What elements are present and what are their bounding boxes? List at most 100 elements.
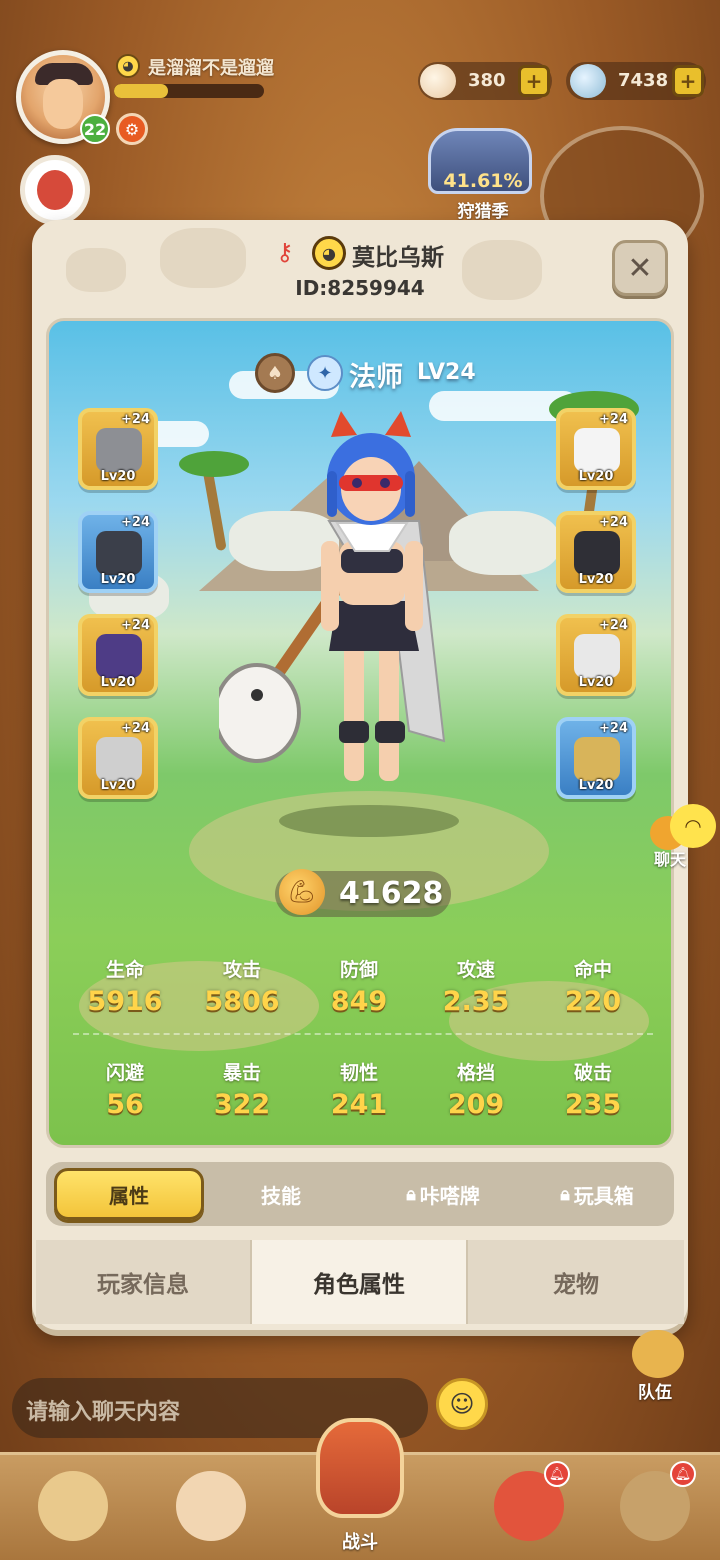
tab-character-attributes[interactable]: 角色属性 — [252, 1240, 468, 1324]
emoji-button[interactable]: ☺ — [436, 1378, 488, 1430]
tab-attributes[interactable]: 属性 — [54, 1168, 204, 1220]
bracer-icon — [96, 634, 142, 678]
character-mask — [339, 475, 403, 491]
tab-label: 技能 — [261, 1183, 301, 1208]
stat-label: 闪避 — [105, 1062, 144, 1084]
rank-emblem-icon: ♠ — [255, 353, 295, 393]
item-level: Lv20 — [100, 675, 136, 690]
gem-count: 7438 — [618, 70, 669, 91]
equipment-slot-left-2[interactable]: +24 Lv20 — [78, 511, 158, 593]
tab-toybox[interactable]: 🔒︎ 玩具箱 — [522, 1168, 672, 1220]
equipment-slot-right-2[interactable]: +24 Lv20 — [556, 511, 636, 593]
gem-icon — [570, 64, 606, 98]
close-icon: ✕ — [627, 250, 653, 286]
smiley-icon: ☺ — [449, 1390, 475, 1418]
profile-id: ID:8259944 — [295, 276, 425, 300]
tab-pet[interactable]: 宠物 — [468, 1240, 684, 1324]
character-leg — [344, 631, 364, 781]
add-gems-button[interactable]: + — [672, 65, 704, 97]
stat-value: 5806 — [204, 986, 280, 1017]
enhance-level: +24 — [121, 412, 150, 427]
stat-row1-3: 防御 849 — [309, 955, 409, 1017]
stat-label: 防御 — [339, 959, 378, 981]
combat-power-value: 41628 — [339, 876, 444, 911]
equipment-slot-right-1[interactable]: +24 Lv20 — [556, 408, 636, 490]
character-braid — [405, 471, 415, 517]
stats-divider — [73, 1033, 653, 1035]
nav-item-4[interactable]: 🔔︎ — [478, 1461, 578, 1557]
stat-label: 生命 — [105, 959, 144, 981]
tab-cards[interactable]: 🔒︎ 咔嗒牌 — [368, 1168, 518, 1220]
stat-value: 235 — [564, 1089, 622, 1120]
profile-emoji-icon: ◕ — [312, 236, 346, 270]
chat-button[interactable]: ◠ 聊天 — [648, 800, 718, 870]
equipment-slot-left-3[interactable]: +24 Lv20 — [78, 614, 158, 696]
tab-label: 角色属性 — [313, 1272, 405, 1298]
necklace-icon — [574, 737, 620, 781]
stat-value: 322 — [213, 1089, 271, 1120]
sub-tab-bar: 属性 技能 🔒︎ 咔嗒牌 🔒︎ 玩具箱 — [46, 1162, 674, 1226]
enhance-level: +24 — [599, 618, 628, 633]
equipment-slot-left-1[interactable]: +24 Lv20 — [78, 408, 158, 490]
equipment-slot-right-4[interactable]: +24 Lv20 — [556, 717, 636, 799]
exp-bar — [114, 84, 264, 98]
friend-avatar[interactable] — [20, 155, 90, 225]
item-level: Lv20 — [578, 675, 614, 690]
notification-bell-icon: 🔔︎ — [544, 1461, 570, 1487]
character-braid — [327, 471, 337, 517]
character-boot — [339, 721, 369, 743]
settings-gear-icon[interactable]: ⚙ — [116, 113, 148, 145]
mage-class-icon: ✦ — [307, 355, 343, 391]
stat-label: 破击 — [573, 1062, 612, 1084]
team-button[interactable]: 队伍 — [620, 1330, 700, 1403]
item-level: Lv20 — [100, 572, 136, 587]
nav-item-2[interactable] — [160, 1461, 260, 1557]
shell-count: 380 — [468, 70, 506, 91]
stat-label: 韧性 — [339, 1062, 378, 1084]
goggles-icon — [96, 531, 142, 575]
add-shells-button[interactable]: + — [518, 65, 550, 97]
stat-label: 暴击 — [222, 1062, 261, 1084]
pearl-icon — [574, 428, 620, 472]
stat-row2-3: 韧性 241 — [309, 1058, 409, 1120]
equipment-slot-right-3[interactable]: +24 Lv20 — [556, 614, 636, 696]
glove-icon — [574, 634, 620, 678]
class-row: ♠ ✦ 法师 LV24 — [49, 351, 671, 397]
stat-row2-1: 闪避 56 — [75, 1058, 175, 1120]
character-eye — [380, 478, 390, 488]
class-name: 法师 — [349, 362, 403, 393]
stat-label: 格挡 — [456, 1062, 495, 1084]
tab-skills[interactable]: 技能 — [206, 1168, 356, 1220]
item-level: Lv20 — [100, 778, 136, 793]
class-level: LV24 — [417, 360, 476, 385]
enhance-level: +24 — [599, 515, 628, 530]
notification-bell-icon: 🔔︎ — [670, 1461, 696, 1487]
tab-label: 属性 — [109, 1183, 149, 1208]
character-eye — [352, 478, 362, 488]
battle-button[interactable]: 战斗 — [300, 1418, 420, 1558]
main-tab-bar: 玩家信息 角色属性 宠物 — [36, 1240, 684, 1324]
stat-row2-4: 格挡 209 — [426, 1058, 526, 1120]
team-label: 队伍 — [638, 1383, 672, 1403]
character-ear — [331, 411, 357, 437]
nav-item-5[interactable]: 🔔︎ — [604, 1461, 704, 1557]
nav-item-1[interactable] — [22, 1461, 122, 1557]
equipment-slot-left-4[interactable]: +24 Lv20 — [78, 717, 158, 799]
friend-avatar-head — [37, 170, 73, 210]
character-top — [341, 549, 403, 573]
shell-currency: 380 + — [418, 62, 552, 100]
gem-currency: 7438 + — [566, 62, 706, 100]
team-icon — [632, 1330, 684, 1378]
profile-name: 莫比乌斯 — [352, 245, 444, 271]
stat-row2-2: 暴击 322 — [192, 1058, 292, 1120]
close-button[interactable]: ✕ — [612, 240, 668, 296]
stat-label: 命中 — [573, 959, 612, 981]
cat-scarf-icon — [96, 428, 142, 472]
stat-label: 攻击 — [222, 959, 261, 981]
tab-label: 宠物 — [553, 1272, 599, 1298]
tab-player-info[interactable]: 玩家信息 — [36, 1240, 252, 1324]
item-level: Lv20 — [100, 469, 136, 484]
character-model[interactable] — [219, 401, 519, 841]
stat-row1-4: 攻速 2.35 — [426, 955, 526, 1017]
hammer-eye — [251, 689, 263, 701]
